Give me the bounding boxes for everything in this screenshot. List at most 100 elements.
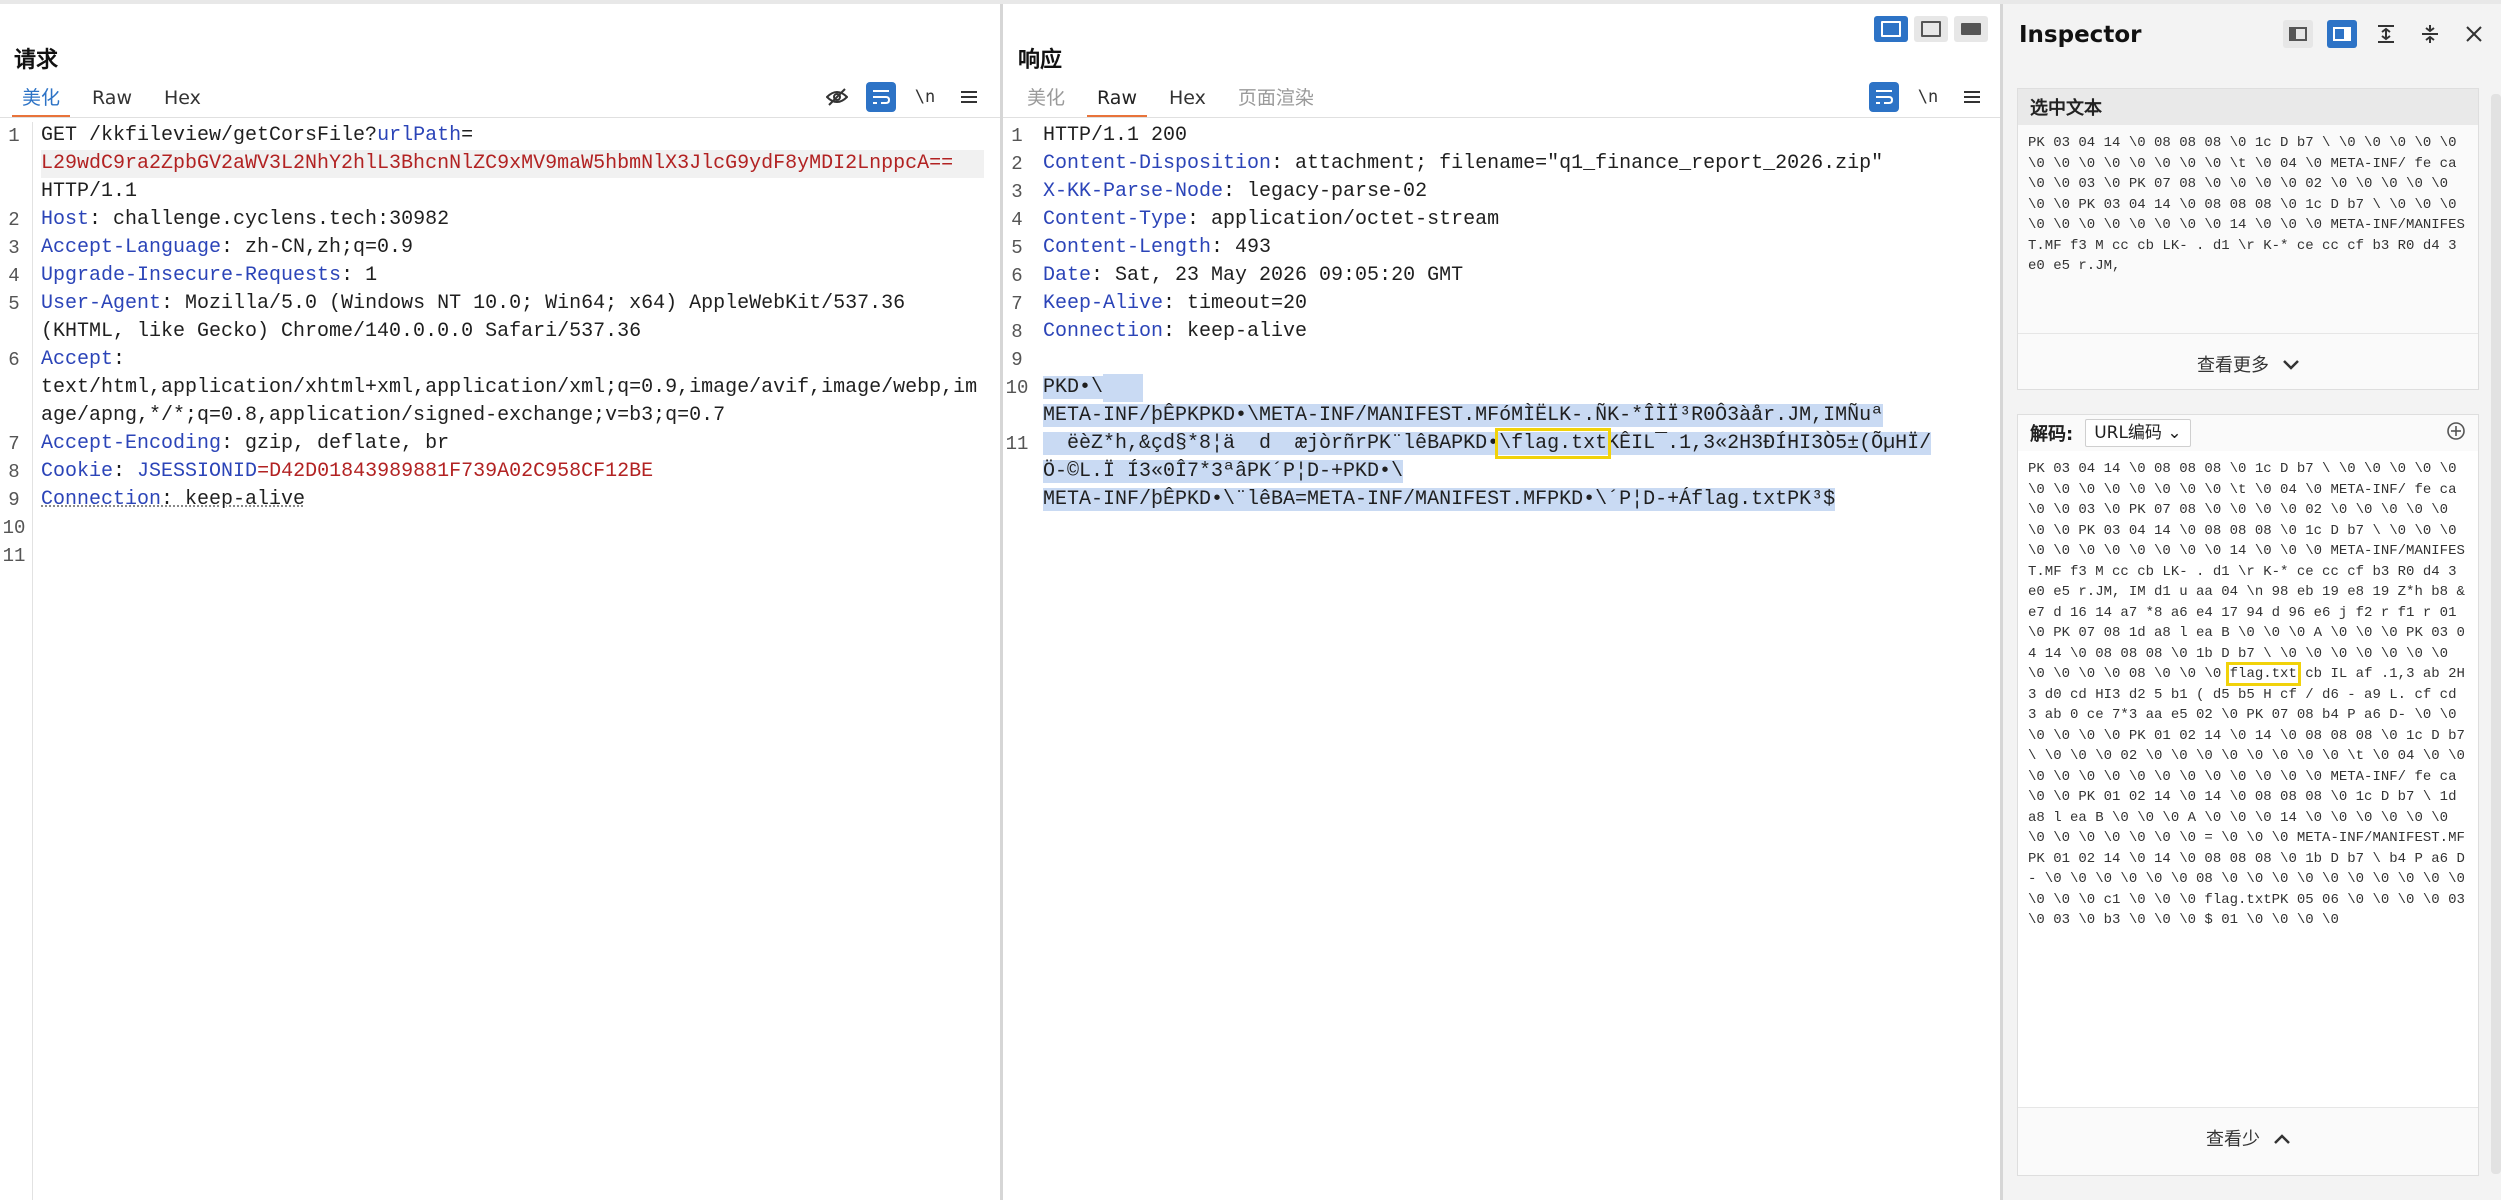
layout-tabs-button[interactable] [1954, 16, 1988, 42]
flag-filename-highlight: \flag.txt [1495, 428, 1612, 459]
header-key: Date [1043, 264, 1092, 287]
header-connection: Connection: keep-alive [1043, 318, 1307, 346]
chevron-down-icon: ⌄ [2167, 423, 2182, 443]
line-number: 7 [8, 433, 20, 455]
param-name: urlPath [377, 124, 462, 147]
tab-hex[interactable]: Hex [1153, 84, 1222, 114]
header-user-agent-cont: (KHTML, like Gecko) Chrome/140.0.0.0 Saf… [41, 320, 642, 343]
header-accept-encoding: Accept-Encoding: gzip, deflate, br [41, 430, 449, 458]
header-key: Host [41, 208, 90, 231]
line-number: 2 [8, 209, 20, 231]
line-number: 2 [1011, 153, 1023, 175]
header-parse-node: X-KK-Parse-Node: legacy-parse-02 [1043, 178, 1427, 206]
response-toolbar: \n [1869, 82, 1987, 112]
expand-icon[interactable] [2371, 20, 2401, 48]
header-value: : [113, 348, 126, 371]
layout-list-icon[interactable] [2283, 20, 2313, 48]
header-value: : Sat, 23 May 2026 09:05:20 GMT [1091, 264, 1464, 287]
line-number: 3 [8, 237, 20, 259]
layout-side-by-side-button[interactable] [1874, 16, 1908, 42]
inspector-scrollbar[interactable] [2491, 94, 2501, 1174]
body-line: META-INF/þÊPKD•\¨lêBA=META-INF/MANIFEST.… [1043, 486, 1836, 514]
header-key: Connection [1043, 320, 1164, 343]
line-number: 8 [8, 461, 20, 483]
response-tabs-divider [1003, 117, 2000, 118]
tab-hex[interactable]: Hex [148, 84, 217, 114]
selected-text-card: 选中文本 PK 03 04 14 \0 08 08 08 \0 1c D b7 … [2017, 88, 2479, 390]
show-less-button[interactable]: 查看少 [2018, 1107, 2478, 1168]
line-number: 11 [1005, 433, 1029, 455]
line-number: 1 [8, 125, 20, 147]
line-number: 5 [1011, 237, 1023, 259]
header-key: Content-Type [1043, 208, 1188, 231]
show-more-button[interactable]: 查看更多 [2018, 333, 2478, 394]
line-number: 6 [1011, 265, 1023, 287]
header-key: X-KK-Parse-Node [1043, 180, 1224, 203]
close-icon[interactable] [2459, 20, 2489, 48]
line-number: 8 [1011, 321, 1023, 343]
decode-select-value: URL编码 [2094, 423, 2162, 443]
menu-icon[interactable] [954, 82, 984, 112]
header-key: Accept-Encoding [41, 432, 222, 455]
chevron-up-icon [2274, 1128, 2290, 1149]
tab-raw[interactable]: Raw [1081, 84, 1153, 118]
eye-off-icon[interactable] [822, 82, 852, 112]
header-content-length: Content-Length: 493 [1043, 234, 1271, 262]
decode-header: 解码: URL编码 ⌄ [2018, 415, 2478, 451]
header-key: Connection [41, 488, 162, 511]
response-pane: 响应 美化 Raw Hex 页面渲染 \n 1 2 3 4 5 6 7 8 9 … [1003, 4, 2000, 1200]
request-pane: 请求 美化 Raw Hex \n 1 2 3 4 5 6 7 8 9 10 11… [0, 4, 1000, 1200]
decoded-hex-b: cb IL af .1,3 ab 2H3 d0 cd HI3 d2 5 b1 (… [2028, 666, 2465, 928]
request-tabs: 美化 Raw Hex [6, 84, 217, 118]
header-key: Accept [41, 348, 114, 371]
header-keep-alive: Keep-Alive: timeout=20 [1043, 290, 1307, 318]
request-toolbar: \n [822, 82, 984, 112]
tab-render[interactable]: 页面渲染 [1222, 84, 1330, 114]
line-number: 10 [2, 517, 26, 539]
wrap-icon[interactable] [866, 82, 896, 112]
selected-text: ëèZ*h,&çd§*8¦ä d æjòrñrPK¨lêBAPKD• [1043, 432, 1500, 455]
response-title: 响应 [1018, 48, 1063, 73]
header-user-agent: User-Agent: Mozilla/5.0 (Windows NT 10.0… [41, 290, 905, 318]
add-icon[interactable] [2446, 421, 2466, 446]
header-key: Accept-Language [41, 236, 222, 259]
header-value: : challenge.cyclens.tech:30982 [89, 208, 450, 231]
header-key: User-Agent [41, 292, 162, 315]
newline-icon[interactable]: \n [910, 82, 940, 112]
line-number: 11 [2, 545, 26, 567]
header-value: : legacy-parse-02 [1223, 180, 1428, 203]
line-number: 1 [1011, 125, 1023, 147]
selected-text: KÊIL¯.1,3«2H3ÐÍHI3Ò5±(ÕµHÏ/ [1607, 432, 1932, 455]
show-less-label: 查看少 [2206, 1129, 2260, 1150]
layout-stacked-button[interactable] [1914, 16, 1948, 42]
header-value: : 1 [341, 264, 378, 287]
header-value: : application/octet-stream [1187, 208, 1500, 231]
header-upgrade-insecure: Upgrade-Insecure-Requests: 1 [41, 262, 377, 290]
tab-pretty[interactable]: 美化 [6, 84, 76, 118]
header-key: Content-Length [1043, 236, 1212, 259]
layout-panel-icon[interactable] [2327, 20, 2357, 48]
tab-raw[interactable]: Raw [76, 84, 148, 114]
tab-pretty[interactable]: 美化 [1011, 84, 1081, 114]
param-value: L29wdC9ra2ZpbGV2aWV3L2NhY2hlL3BhcnNlZC9x… [41, 152, 954, 175]
header-value: : keep-alive [1163, 320, 1308, 343]
header-key: Content-Disposition [1043, 152, 1272, 175]
decoded-hex-a: PK 03 04 14 \0 08 08 08 \0 1c D b7 \ \0 … [2028, 461, 2465, 682]
layout-buttons [1874, 16, 1988, 42]
header-content-type: Content-Type: application/octet-stream [1043, 206, 1499, 234]
response-editor[interactable]: 1 2 3 4 5 6 7 8 9 10 11 HTTP/1.1 200 Con… [1003, 122, 2000, 1200]
header-key: Upgrade-Insecure-Requests [41, 264, 342, 287]
decoded-hex-view: PK 03 04 14 \0 08 08 08 \0 1c D b7 \ \0 … [2018, 451, 2478, 1107]
menu-icon[interactable] [1957, 82, 1987, 112]
request-tabs-divider [0, 117, 1000, 118]
request-editor[interactable]: 1 2 3 4 5 6 7 8 9 10 11 GET /kkfileview/… [0, 122, 1000, 1200]
wrap-icon[interactable] [1869, 82, 1899, 112]
line-number: 4 [1011, 209, 1023, 231]
line-number: 7 [1011, 293, 1023, 315]
collapse-icon[interactable] [2415, 20, 2445, 48]
http-version: HTTP/1.1 [41, 180, 138, 203]
body-line: ëèZ*h,&çd§*8¦ä d æjòrñrPK¨lêBAPKD•\flag.… [1043, 428, 1932, 459]
newline-icon[interactable]: \n [1913, 82, 1943, 112]
header-sep: : [113, 460, 138, 483]
decode-select[interactable]: URL编码 ⌄ [2085, 419, 2191, 447]
